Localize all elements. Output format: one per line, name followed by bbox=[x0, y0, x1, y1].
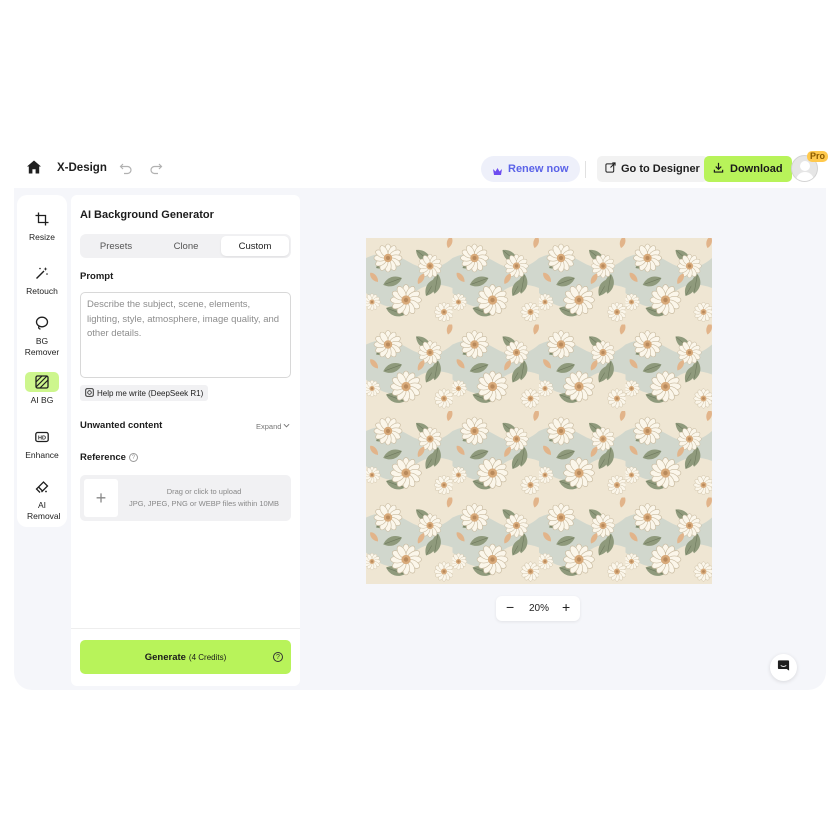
tool-ai-removal-label: AI Removal bbox=[27, 500, 61, 521]
home-icon[interactable] bbox=[26, 159, 42, 175]
chat-support-button[interactable] bbox=[770, 654, 797, 681]
crop-icon bbox=[31, 209, 53, 229]
tab-clone[interactable]: Clone bbox=[152, 236, 220, 256]
help-me-write-label: Help me write (DeepSeek R1) bbox=[97, 388, 204, 398]
reference-label: Reference ? bbox=[80, 452, 138, 463]
help-icon[interactable]: ? bbox=[128, 453, 138, 462]
zoom-level: 20% bbox=[528, 603, 549, 614]
top-bar: X-Design Renew now Go to Designer Downlo… bbox=[14, 150, 829, 188]
plus-icon: + bbox=[84, 479, 118, 517]
renew-now-label: Renew now bbox=[508, 163, 569, 175]
expand-label: Expand bbox=[256, 422, 282, 431]
header-divider bbox=[585, 161, 586, 178]
upload-hint: Drag or click to upload bbox=[166, 487, 242, 496]
lasso-icon bbox=[31, 313, 53, 333]
tab-custom[interactable]: Custom bbox=[221, 236, 289, 256]
tab-presets[interactable]: Presets bbox=[82, 236, 150, 256]
tool-ai-bg[interactable]: AI BG bbox=[17, 372, 67, 406]
redo-icon[interactable] bbox=[149, 161, 163, 175]
reference-label-text: Reference bbox=[80, 452, 126, 463]
go-to-designer-label: Go to Designer bbox=[621, 163, 700, 175]
magic-wand-icon bbox=[31, 263, 53, 283]
reference-upload-area[interactable]: + Drag or click to upload JPG, JPEG, PNG… bbox=[80, 475, 291, 521]
go-to-designer-button[interactable]: Go to Designer bbox=[597, 156, 708, 182]
chat-icon bbox=[777, 659, 790, 677]
floral-pattern-image bbox=[366, 238, 712, 584]
tool-enhance[interactable]: HD Enhance bbox=[17, 427, 67, 461]
mode-tabs: Presets Clone Custom bbox=[80, 234, 291, 258]
download-label: Download bbox=[730, 163, 783, 175]
tool-enhance-label: Enhance bbox=[25, 450, 59, 460]
tool-bg-remover-label: BG Remover bbox=[24, 336, 60, 357]
avatar-body bbox=[796, 172, 814, 181]
zoom-in-button[interactable]: + bbox=[562, 599, 570, 615]
ai-background-icon bbox=[25, 372, 59, 392]
tool-retouch[interactable]: Retouch bbox=[17, 263, 67, 297]
tool-bg-remover[interactable]: BG Remover bbox=[17, 313, 67, 357]
help-me-write-button[interactable]: Help me write (DeepSeek R1) bbox=[80, 385, 209, 401]
prompt-input[interactable] bbox=[80, 292, 291, 378]
tool-ai-bg-label: AI BG bbox=[30, 395, 54, 405]
app-name: X-Design bbox=[57, 162, 107, 174]
deepseek-icon bbox=[85, 387, 94, 399]
panel-title: AI Background Generator bbox=[80, 209, 214, 221]
expand-toggle[interactable]: Expand bbox=[256, 422, 290, 431]
upload-formats: JPG, JPEG, PNG or WEBP files within 10MB bbox=[129, 499, 279, 508]
tool-rail: Resize Retouch BG Remover AI BG HD Enhan… bbox=[17, 195, 67, 527]
generate-button[interactable]: Generate (4 Credits) ? bbox=[80, 640, 291, 674]
renew-now-button[interactable]: Renew now bbox=[481, 156, 580, 182]
generate-label-row: Generate (4 Credits) bbox=[80, 652, 291, 663]
hd-icon: HD bbox=[31, 427, 53, 447]
tool-retouch-label: Retouch bbox=[26, 286, 58, 296]
svg-text:HD: HD bbox=[38, 436, 46, 442]
generate-credits: (4 Credits) bbox=[188, 653, 227, 662]
eraser-icon bbox=[31, 477, 53, 497]
download-icon bbox=[713, 160, 724, 178]
undo-icon[interactable] bbox=[119, 161, 133, 175]
download-button[interactable]: Download bbox=[704, 156, 792, 182]
crown-icon bbox=[492, 164, 503, 175]
ai-background-panel: AI Background Generator Presets Clone Cu… bbox=[71, 195, 300, 686]
pro-badge: Pro bbox=[807, 151, 829, 162]
zoom-out-button[interactable]: − bbox=[506, 599, 514, 615]
zoom-control: − 20% + bbox=[496, 596, 580, 621]
unwanted-content-label: Unwanted content bbox=[80, 420, 163, 431]
chevron-down-icon bbox=[283, 422, 290, 431]
question-icon[interactable]: ? bbox=[273, 652, 283, 662]
canvas-image[interactable] bbox=[366, 238, 712, 584]
tool-ai-removal[interactable]: AI Removal bbox=[17, 477, 67, 521]
workspace: Resize Retouch BG Remover AI BG HD Enhan… bbox=[14, 188, 826, 690]
tool-resize-label: Resize bbox=[29, 232, 55, 242]
avatar-head bbox=[800, 161, 810, 171]
generate-label: Generate bbox=[144, 652, 186, 663]
external-edit-icon bbox=[605, 160, 616, 178]
prompt-label: Prompt bbox=[80, 271, 114, 282]
tool-resize[interactable]: Resize bbox=[17, 209, 67, 243]
panel-divider bbox=[71, 628, 300, 629]
